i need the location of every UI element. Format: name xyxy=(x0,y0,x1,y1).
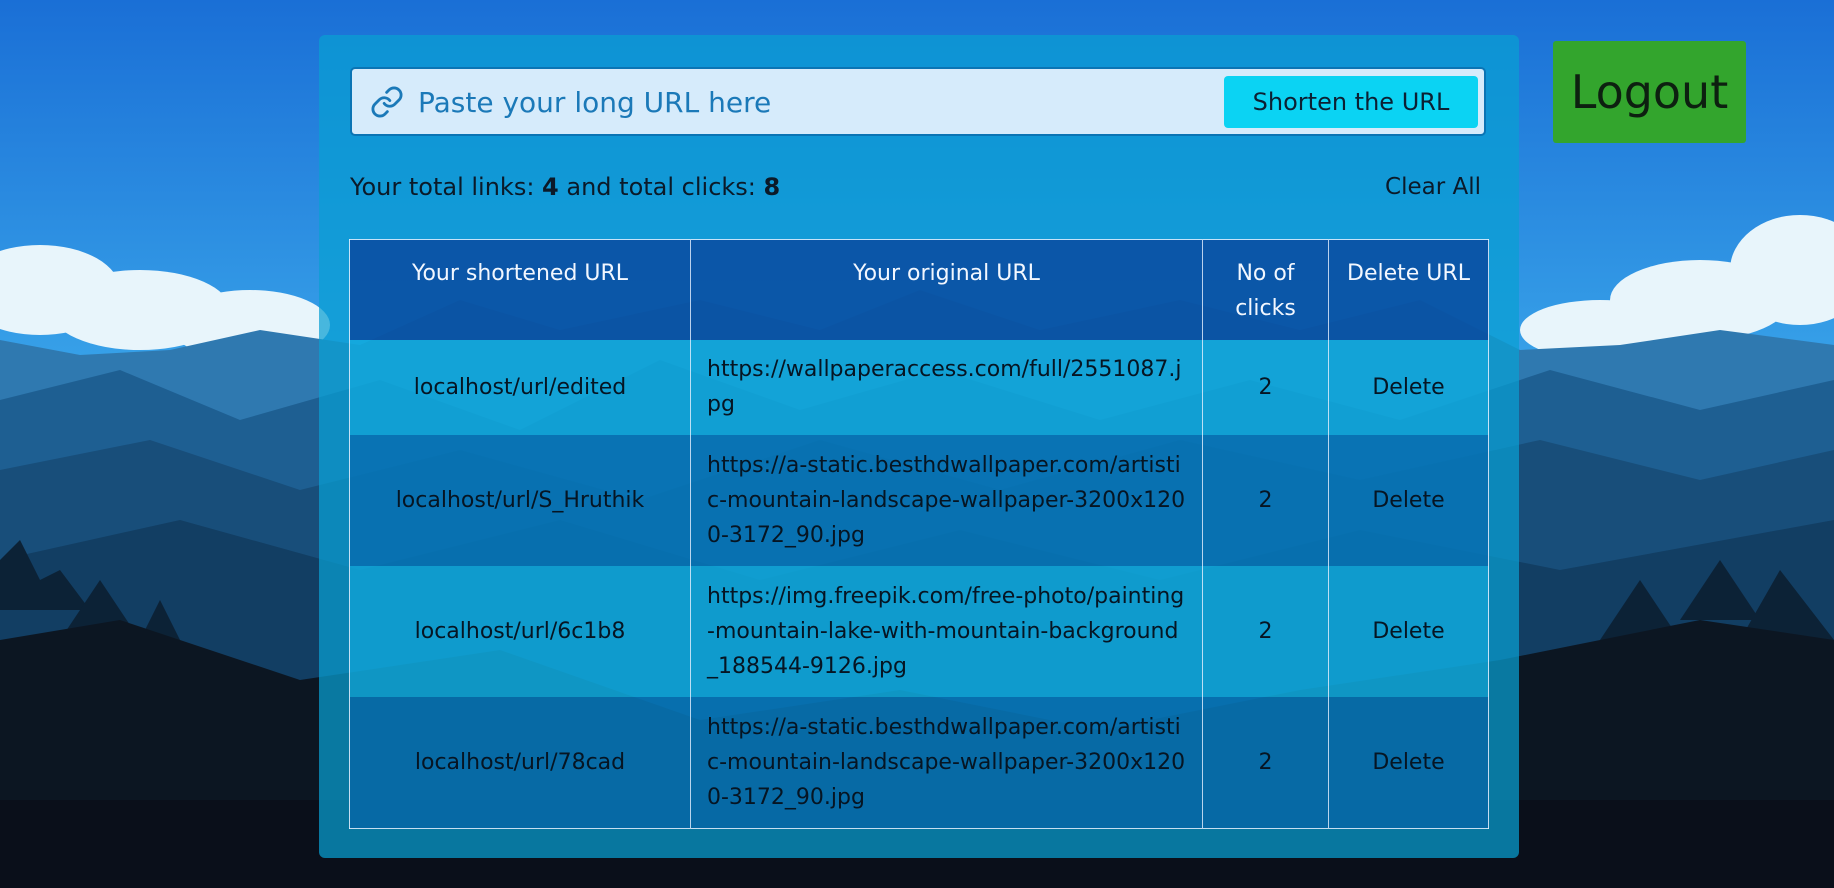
total-links-label: Your total links: xyxy=(350,173,543,201)
shortened-url-link[interactable]: localhost/url/S_Hruthik xyxy=(349,434,691,566)
shortened-url-link[interactable]: localhost/url/edited xyxy=(349,339,691,435)
click-count: 2 xyxy=(1202,565,1329,697)
click-count: 2 xyxy=(1202,434,1329,566)
url-input-bar: Shorten the URL xyxy=(350,67,1486,136)
logout-button[interactable]: Logout xyxy=(1553,41,1746,143)
header-original-url: Your original URL xyxy=(690,239,1203,340)
table-row: localhost/url/S_Hruthik https://a-static… xyxy=(349,434,1489,566)
link-icon xyxy=(371,86,403,118)
table-row: localhost/url/6c1b8 https://img.freepik.… xyxy=(349,565,1489,697)
original-url-text: https://wallpaperaccess.com/full/2551087… xyxy=(690,339,1203,435)
shorten-url-button[interactable]: Shorten the URL xyxy=(1224,76,1478,128)
total-links-count: 4 xyxy=(542,173,559,201)
totals-summary: Your total links: 4 and total clicks: 8 xyxy=(350,173,780,201)
shortened-url-link[interactable]: localhost/url/6c1b8 xyxy=(349,565,691,697)
total-clicks-label: and total clicks: xyxy=(558,173,764,201)
delete-button[interactable]: Delete xyxy=(1328,434,1489,566)
delete-button[interactable]: Delete xyxy=(1328,565,1489,697)
original-url-text: https://a-static.besthdwallpaper.com/art… xyxy=(690,434,1203,566)
clear-all-button[interactable]: Clear All xyxy=(1385,174,1481,200)
total-clicks-count: 8 xyxy=(763,173,781,201)
click-count: 2 xyxy=(1202,339,1329,435)
header-clicks: No of clicks xyxy=(1202,239,1329,340)
delete-button[interactable]: Delete xyxy=(1328,696,1489,828)
original-url-text: https://img.freepik.com/free-photo/paint… xyxy=(690,565,1203,697)
long-url-input[interactable] xyxy=(418,79,1198,125)
table-row: localhost/url/78cad https://a-static.bes… xyxy=(349,696,1489,828)
original-url-text: https://a-static.besthdwallpaper.com/art… xyxy=(690,696,1203,828)
links-table: Your shortened URL Your original URL No … xyxy=(349,239,1489,829)
click-count: 2 xyxy=(1202,696,1329,828)
table-header-row: Your shortened URL Your original URL No … xyxy=(349,239,1489,340)
shortened-url-link[interactable]: localhost/url/78cad xyxy=(349,696,691,828)
delete-button[interactable]: Delete xyxy=(1328,339,1489,435)
header-shortened-url: Your shortened URL xyxy=(349,239,691,340)
table-row: localhost/url/edited https://wallpaperac… xyxy=(349,339,1489,435)
header-delete-url: Delete URL xyxy=(1328,239,1489,340)
url-shortener-panel: Shorten the URL Your total links: 4 and … xyxy=(319,35,1519,858)
